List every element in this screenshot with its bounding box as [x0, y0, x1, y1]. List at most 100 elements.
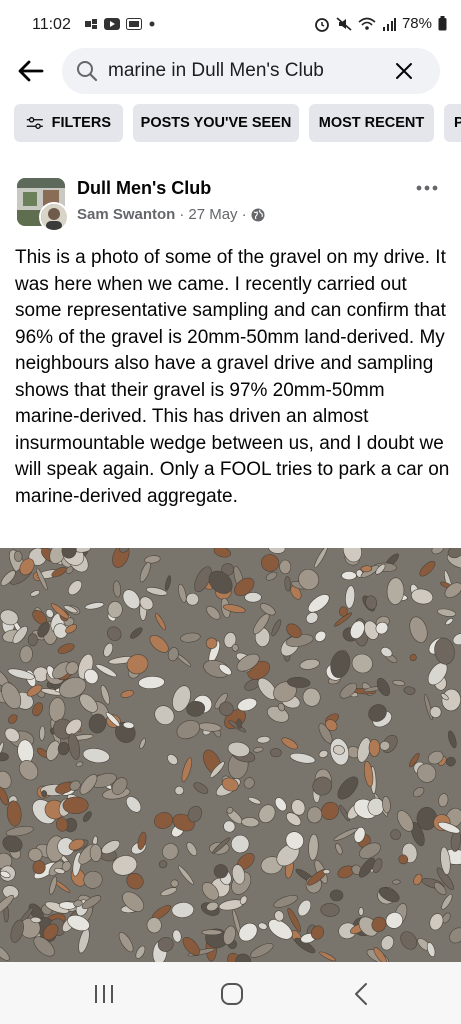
pebble	[6, 800, 22, 827]
pebble	[107, 601, 123, 619]
search-query[interactable]: marine in Dull Men's Club	[108, 60, 324, 82]
pebble	[158, 860, 168, 869]
pebble	[149, 635, 169, 653]
pebble	[392, 679, 406, 686]
pebble	[416, 807, 438, 831]
pebble	[171, 902, 195, 918]
pebble	[390, 829, 401, 841]
most-recent-chip[interactable]: MOST RECENT	[309, 104, 434, 142]
gallery-icon	[126, 18, 142, 30]
more-chip[interactable]: P	[444, 104, 461, 142]
pebble	[261, 554, 280, 572]
post-text: This is a photo of some of the gravel on…	[15, 247, 450, 507]
pebble	[197, 722, 222, 732]
pebble	[265, 571, 278, 581]
pebble	[230, 834, 250, 854]
pebble	[146, 587, 168, 596]
user-avatar[interactable]	[39, 202, 69, 232]
recent-apps-icon[interactable]	[90, 982, 118, 1006]
pebble	[380, 935, 394, 951]
pebble	[329, 889, 344, 902]
pebble	[206, 605, 221, 620]
pebble	[146, 917, 162, 934]
pebble	[0, 752, 9, 762]
author-name[interactable]: Sam Swanton	[77, 206, 175, 223]
posts-seen-chip[interactable]: POSTS YOU'VE SEEN	[133, 104, 299, 142]
battery-icon	[438, 16, 447, 31]
pebble	[438, 793, 449, 808]
filters-chip[interactable]: FILTERS	[14, 104, 123, 142]
pebble	[186, 841, 198, 857]
pebble	[167, 754, 178, 765]
pebble	[113, 580, 122, 598]
search-row: marine in Dull Men's Club	[0, 48, 461, 94]
pebble	[164, 575, 172, 591]
group-name[interactable]: Dull Men's Club	[77, 178, 211, 199]
back-nav-icon[interactable]	[348, 982, 376, 1006]
pebble	[180, 632, 201, 643]
meta-separator: ·	[179, 206, 185, 223]
pebble	[193, 782, 209, 794]
pebble	[253, 746, 264, 753]
pebble	[318, 750, 329, 758]
pebble	[270, 748, 282, 758]
pebble	[441, 688, 461, 712]
alarm-icon	[315, 17, 329, 32]
pebble	[39, 725, 46, 741]
pebble	[174, 785, 184, 796]
pebble	[306, 806, 323, 824]
close-icon[interactable]	[394, 61, 414, 81]
pebble	[314, 548, 328, 569]
pebble	[271, 619, 282, 637]
pebble	[368, 739, 381, 757]
pebble	[409, 616, 428, 643]
pebble	[100, 684, 110, 705]
pebble	[392, 879, 401, 885]
post-photo[interactable]	[0, 548, 461, 962]
search-input[interactable]: marine in Dull Men's Club	[62, 48, 440, 94]
pebble	[2, 835, 23, 853]
pebble	[314, 630, 327, 642]
avatar-group[interactable]	[17, 178, 71, 232]
status-bar: 11:02 78%	[0, 0, 461, 48]
pebble	[289, 752, 316, 764]
pebble	[341, 570, 357, 581]
wifi-icon	[358, 17, 376, 30]
pebble	[281, 737, 298, 750]
pebble	[337, 776, 359, 800]
pebble	[345, 585, 356, 609]
pebble	[138, 675, 165, 690]
pebble	[448, 730, 457, 749]
pebble	[403, 686, 416, 695]
pebble	[19, 645, 33, 664]
post-date[interactable]: 27 May	[188, 206, 237, 223]
dot-icon	[149, 21, 155, 27]
more-options-icon[interactable]	[415, 183, 439, 193]
home-icon[interactable]	[218, 982, 246, 1006]
pebble	[103, 642, 114, 658]
pebble	[412, 787, 425, 798]
pebble	[154, 612, 167, 631]
pebble	[82, 748, 110, 764]
pebble	[299, 658, 320, 670]
pebble	[445, 618, 454, 626]
pebble	[154, 812, 173, 829]
post-header: Dull Men's Club Sam Swanton · 27 May ·	[0, 175, 461, 235]
filters-label: FILTERS	[51, 115, 111, 131]
pebble	[181, 757, 193, 783]
pebble	[419, 560, 436, 577]
pebble	[213, 548, 231, 558]
pebble	[308, 833, 319, 861]
pebble	[429, 913, 444, 931]
status-time: 11:02	[32, 16, 71, 33]
posts-seen-label: POSTS YOU'VE SEEN	[140, 115, 292, 131]
pebble	[57, 643, 75, 654]
filter-chips: FILTERS POSTS YOU'VE SEEN MOST RECENT P	[14, 104, 461, 142]
pebble	[178, 583, 187, 603]
pebble	[89, 843, 102, 862]
back-arrow-icon[interactable]	[16, 56, 46, 86]
pebble	[297, 899, 312, 917]
navigation-bar	[0, 962, 461, 1024]
pebble	[201, 929, 223, 936]
pebble	[167, 647, 179, 662]
